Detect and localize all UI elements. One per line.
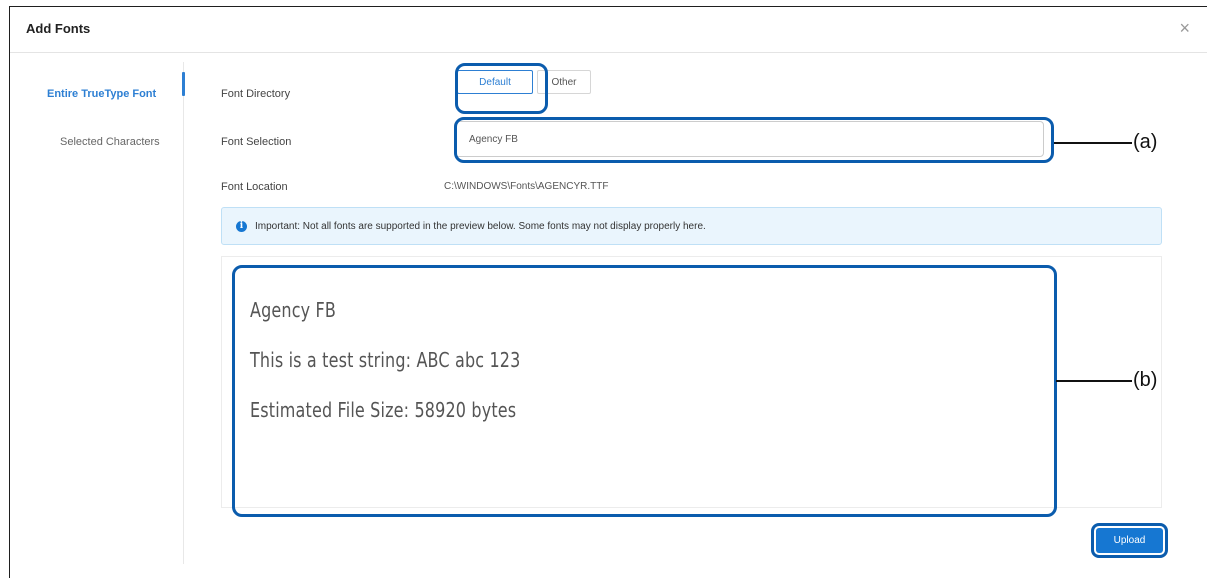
- upload-button-highlight: Upload: [1091, 523, 1168, 558]
- font-selection-label: Font Selection: [221, 136, 292, 148]
- sidebar-divider: [183, 62, 184, 564]
- info-icon: i: [236, 220, 247, 232]
- preview-test-string: This is a test string: ABC abc 123: [250, 348, 521, 372]
- callout-a-line: [1054, 142, 1132, 144]
- callout-b-line: [1056, 380, 1132, 382]
- font-location-value: C:\WINDOWS\Fonts\AGENCYR.TTF: [444, 181, 609, 192]
- dialog-title: Add Fonts: [26, 21, 91, 36]
- font-location-label: Font Location: [221, 181, 288, 193]
- font-selection-field[interactable]: Agency FB: [454, 121, 1044, 157]
- font-directory-label: Font Directory: [221, 88, 291, 100]
- callout-a-label: (a): [1133, 131, 1158, 153]
- notice-text: Important: Not all fonts are supported i…: [255, 220, 706, 232]
- other-directory-button[interactable]: Other: [537, 70, 591, 94]
- upload-button[interactable]: Upload: [1096, 528, 1163, 553]
- preview-file-size: Estimated File Size: 58920 bytes: [250, 398, 517, 422]
- close-icon[interactable]: ×: [1179, 19, 1190, 37]
- preview-font-name: Agency FB: [250, 298, 337, 322]
- sidebar-item-selected-characters[interactable]: Selected Characters: [60, 136, 160, 148]
- default-directory-button[interactable]: Default: [457, 70, 533, 94]
- dialog-header: Add Fonts ×: [10, 7, 1207, 53]
- sidebar-active-indicator: [182, 72, 185, 96]
- font-preview-area: [221, 256, 1162, 508]
- font-selection-value: Agency FB: [469, 133, 518, 145]
- font-preview-notice: i Important: Not all fonts are supported…: [221, 207, 1162, 245]
- callout-b-label: (b): [1133, 369, 1158, 391]
- sidebar-item-entire-truetype-font[interactable]: Entire TrueType Font: [47, 88, 156, 100]
